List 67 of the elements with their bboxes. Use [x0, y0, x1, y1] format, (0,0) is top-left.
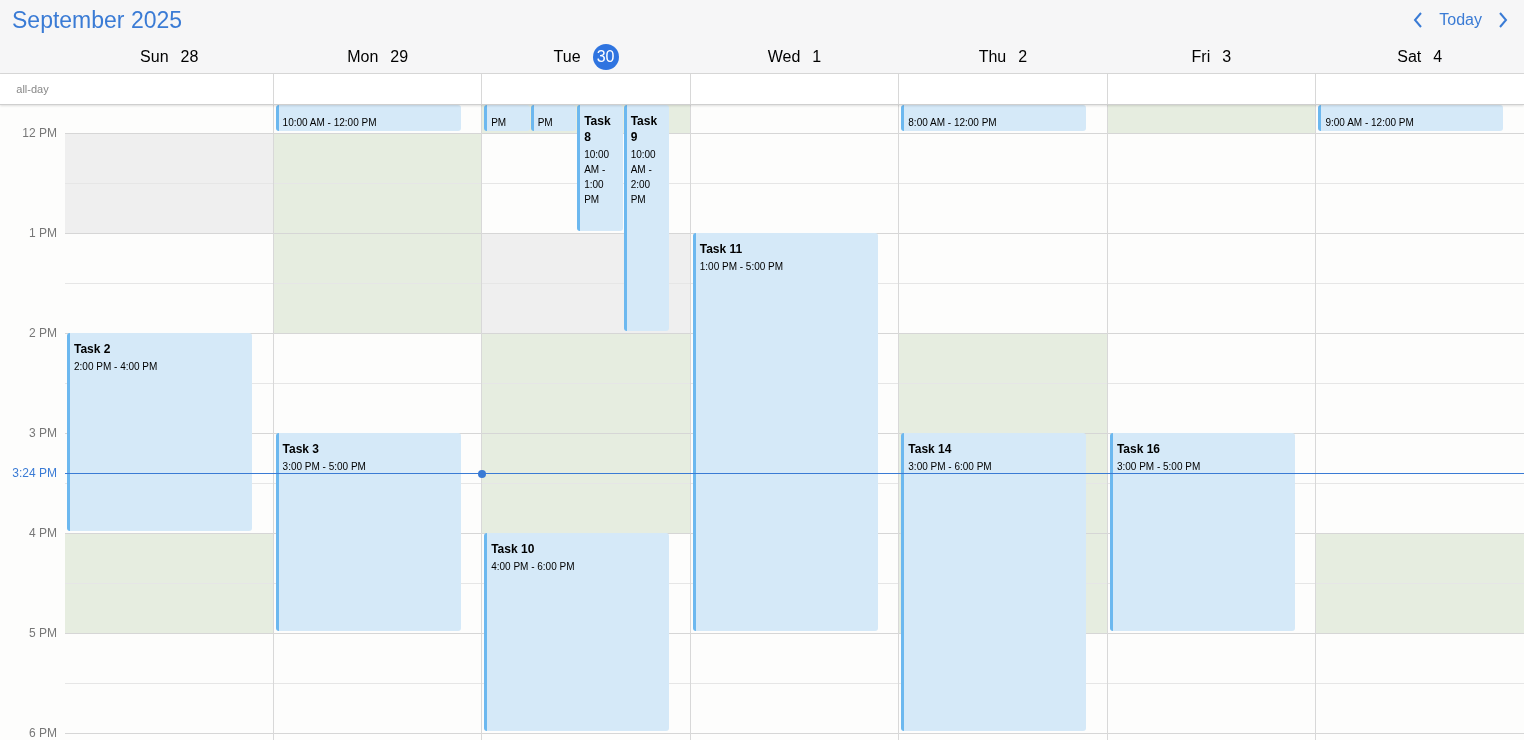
hour-label: 1 PM	[29, 225, 57, 242]
day-header[interactable]: Tue 30	[481, 40, 691, 73]
day-header[interactable]: Sat 4	[1315, 40, 1524, 73]
hour-label: 2 PM	[29, 325, 57, 342]
day-header[interactable]: Mon 29	[273, 40, 482, 73]
day-name: Fri	[1191, 46, 1211, 67]
event-title: Task 8	[584, 113, 612, 145]
event-card[interactable]: Task 10 4:00 PM - 6:00 PM	[484, 533, 670, 732]
event-card[interactable]: PM	[484, 105, 530, 132]
chevron-left-icon	[1413, 12, 1424, 28]
event-title: Task 9	[630, 113, 659, 145]
event-time: 10:00 AM - 1:00 PM	[584, 148, 611, 207]
day-header[interactable]: Fri 3	[1107, 40, 1316, 73]
day-name: Tue	[553, 46, 581, 67]
event-card[interactable]: Task 3 3:00 PM - 5:00 PM	[275, 433, 461, 632]
hour-label: 4 PM	[29, 525, 57, 542]
day-header[interactable]: Wed 1	[690, 40, 899, 73]
day-date: 2	[1018, 46, 1028, 67]
event-time: PM	[491, 116, 508, 130]
event-time: 3:00 PM - 5:00 PM	[1116, 460, 1202, 475]
day-name: Mon	[347, 46, 379, 67]
event-title: Task 16	[1116, 441, 1162, 458]
event-card[interactable]: Task 2 2:00 PM - 4:00 PM	[67, 333, 252, 532]
hour-label: 12 PM	[22, 125, 57, 142]
day-date: 3	[1222, 46, 1232, 67]
day-date: 29	[390, 46, 409, 67]
event-card[interactable]: Task 8 10:00 AM - 1:00 PM	[577, 105, 623, 232]
event-title: Task 3	[282, 441, 321, 458]
event-title: Task 11	[699, 241, 744, 258]
all-day-label: all-day	[16, 81, 49, 97]
day-name: Wed	[767, 46, 801, 67]
day-date: 4	[1433, 46, 1443, 67]
event-time: 4:00 PM - 6:00 PM	[491, 560, 576, 575]
hour-label: 5 PM	[29, 625, 57, 642]
event-card[interactable]: 9:00 AM - 12:00 PM	[1318, 105, 1504, 132]
event-time: 1:00 PM - 5:00 PM	[699, 260, 785, 275]
day-date: 1	[812, 46, 822, 67]
event-title: Task 10	[491, 541, 536, 558]
today-button[interactable]: Today	[1435, 8, 1486, 32]
event-time: 2:00 PM - 4:00 PM	[74, 360, 159, 375]
event-time: 10:00 AM - 12:00 PM	[282, 116, 378, 130]
hour-label: 3 PM	[29, 425, 57, 442]
event-title: Task 14	[908, 441, 953, 458]
day-name: Thu	[978, 46, 1007, 67]
event-card[interactable]: 10:00 AM - 12:00 PM	[275, 105, 461, 132]
event-card[interactable]: 8:00 AM - 12:00 PM	[901, 105, 1087, 132]
day-name: Sat	[1397, 46, 1422, 67]
event-card[interactable]: Task 16 3:00 PM - 5:00 PM	[1109, 433, 1295, 632]
event-title: Task 2	[74, 341, 112, 358]
event-card[interactable]: PM	[530, 105, 577, 132]
event-time: 9:00 AM - 12:00 PM	[1325, 116, 1415, 130]
day-name: Sun	[140, 46, 169, 67]
event-card[interactable]: Task 9 10:00 AM - 2:00 PM	[623, 105, 670, 332]
event-time: 10:00 AM - 2:00 PM	[630, 148, 657, 207]
chevron-right-icon	[1498, 12, 1508, 28]
event-time: PM	[537, 116, 554, 130]
event-time: 8:00 AM - 12:00 PM	[908, 116, 998, 130]
hour-label: 6 PM	[29, 725, 57, 740]
day-date: 30	[592, 43, 619, 70]
event-card[interactable]: Task 11 1:00 PM - 5:00 PM	[692, 233, 878, 632]
day-header[interactable]: Thu 2	[898, 40, 1108, 73]
event-time: 3:00 PM - 6:00 PM	[908, 460, 993, 475]
calendar-title: September 2025	[12, 5, 183, 35]
day-header[interactable]: Sun 28	[65, 40, 274, 73]
event-card[interactable]: Task 14 3:00 PM - 6:00 PM	[901, 433, 1087, 732]
day-date: 28	[180, 46, 199, 67]
event-time: 3:00 PM - 5:00 PM	[282, 460, 367, 475]
